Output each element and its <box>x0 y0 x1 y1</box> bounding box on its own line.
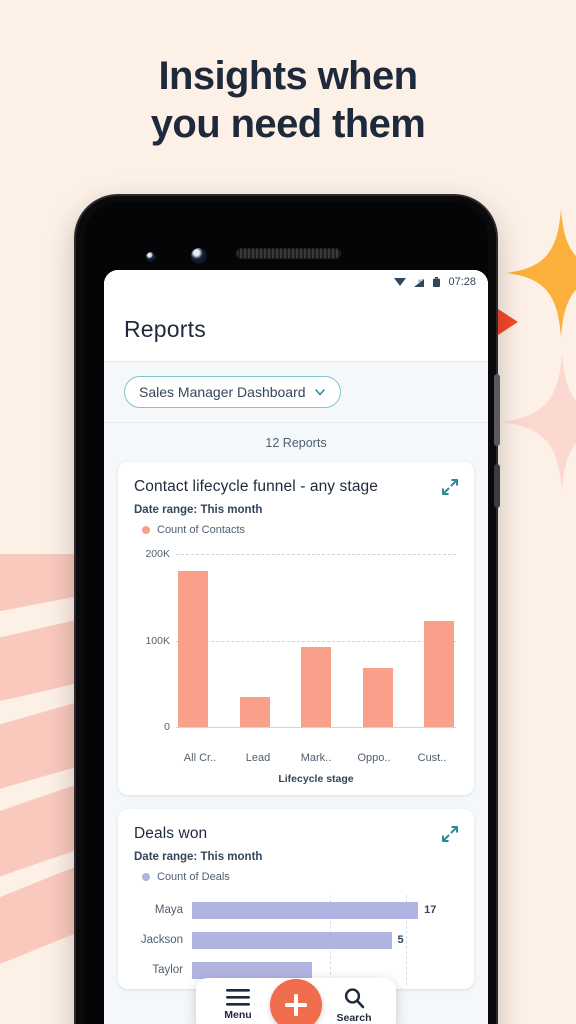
front-camera-secondary-icon <box>191 248 207 264</box>
search-icon <box>344 987 365 1008</box>
battery-icon <box>433 276 441 287</box>
hamburger-menu-icon <box>226 989 250 1006</box>
card-date-range: Date range: This month <box>134 504 263 516</box>
status-bar-time: 07:28 <box>448 276 476 288</box>
chevron-down-icon <box>314 389 325 396</box>
svg-text:4G: 4G <box>418 278 423 283</box>
bar[interactable] <box>192 931 392 949</box>
expand-icon[interactable] <box>440 824 460 844</box>
chart-row: Jackson 5 <box>134 925 458 955</box>
phone-power-button[interactable] <box>494 374 500 446</box>
x-axis-tick-label: All Cr.. <box>183 752 217 764</box>
x-axis-tick-label: Oppo.. <box>357 752 391 764</box>
dashboard-selector[interactable]: Sales Manager Dashboard <box>124 376 341 408</box>
vertical-bar-chart: 200K 100K 0 <box>134 548 458 745</box>
card-date-range: Date range: This month <box>134 851 263 863</box>
x-axis-labels: All Cr.. Lead Mark.. Oppo.. Cust.. <box>134 745 458 764</box>
y-axis-tick-label: Taylor <box>152 964 183 976</box>
menu-button[interactable]: Menu <box>212 989 264 1021</box>
x-axis-tick-label: Mark.. <box>300 752 332 764</box>
y-axis-tick-label: 100K <box>145 635 170 647</box>
page-headline: Insights when you need them <box>0 52 576 148</box>
card-title: Contact lifecycle funnel - any stage <box>134 478 378 495</box>
bar-track: 17 <box>192 895 458 925</box>
chart-legend: Count of Deals <box>134 871 458 883</box>
bar[interactable] <box>301 646 331 727</box>
legend-label: Count of Contacts <box>157 524 246 536</box>
chart-legend: Count of Contacts <box>134 524 458 536</box>
y-axis-tick-label: 0 <box>164 721 170 733</box>
phone-volume-button[interactable] <box>494 464 500 508</box>
sparkle-pink-icon <box>502 352 576 492</box>
earpiece-speaker <box>236 248 341 259</box>
legend-label: Count of Deals <box>157 871 230 883</box>
x-axis-tick-label: Lead <box>245 752 271 764</box>
bottom-navigation-bar: Menu Search <box>196 978 396 1024</box>
create-button[interactable] <box>270 979 322 1024</box>
phone-bezel: 4G 07:28 Reports Sales Manager Dashboard <box>84 202 488 1024</box>
bar[interactable] <box>424 620 454 727</box>
x-axis-tick-label: Cust.. <box>417 752 447 764</box>
search-button-label: Search <box>336 1011 372 1024</box>
wifi-icon <box>394 278 407 286</box>
headline-line-2: you need them <box>150 102 426 146</box>
y-axis-tick-label: 200K <box>145 548 170 560</box>
plus-icon <box>285 994 307 1016</box>
bar-value-label: 5 <box>397 934 404 946</box>
status-bar: 4G 07:28 <box>104 270 488 294</box>
x-axis-line <box>176 727 456 728</box>
x-axis-title: Lifecycle stage <box>278 773 354 785</box>
page-title: Reports <box>124 316 206 342</box>
dashboard-filter-bar: Sales Manager Dashboard <box>104 362 488 423</box>
front-camera-icon <box>146 252 156 262</box>
search-button[interactable]: Search <box>328 987 380 1024</box>
report-card-deals-won[interactable]: Deals won Date range: This month Count o… <box>118 809 474 989</box>
bar[interactable] <box>362 668 393 727</box>
report-card-list: Contact lifecycle funnel - any stage Dat… <box>104 462 488 989</box>
app-bar: Reports <box>104 294 488 362</box>
report-card-contact-lifecycle-funnel[interactable]: Contact lifecycle funnel - any stage Dat… <box>118 462 474 795</box>
horizontal-bar-chart: Maya 17 Jackson 5 Taylor <box>134 895 458 985</box>
signal-4g-icon: 4G <box>414 278 425 287</box>
bar[interactable] <box>192 901 419 919</box>
bar-series <box>178 554 454 727</box>
chart-row: Maya 17 <box>134 895 458 925</box>
bar-track: 5 <box>192 925 458 955</box>
menu-button-label: Menu <box>224 1009 252 1021</box>
phone-screen: 4G 07:28 Reports Sales Manager Dashboard <box>104 270 488 1024</box>
bar[interactable] <box>239 696 270 727</box>
dashboard-selector-label: Sales Manager Dashboard <box>139 384 306 400</box>
y-axis-tick-label: Maya <box>154 904 183 916</box>
expand-icon[interactable] <box>440 477 460 497</box>
report-count: 12 Reports <box>265 436 327 450</box>
headline-line-1: Insights when <box>158 54 418 98</box>
bar-value-label: 17 <box>424 904 437 916</box>
legend-color-dot <box>142 526 150 534</box>
phone-mockup: 4G 07:28 Reports Sales Manager Dashboard <box>76 196 500 1024</box>
y-axis-tick-label: Jackson <box>140 934 183 946</box>
legend-color-dot <box>142 873 150 881</box>
bar[interactable] <box>192 961 312 979</box>
card-title: Deals won <box>134 825 208 842</box>
bar[interactable] <box>178 571 208 727</box>
